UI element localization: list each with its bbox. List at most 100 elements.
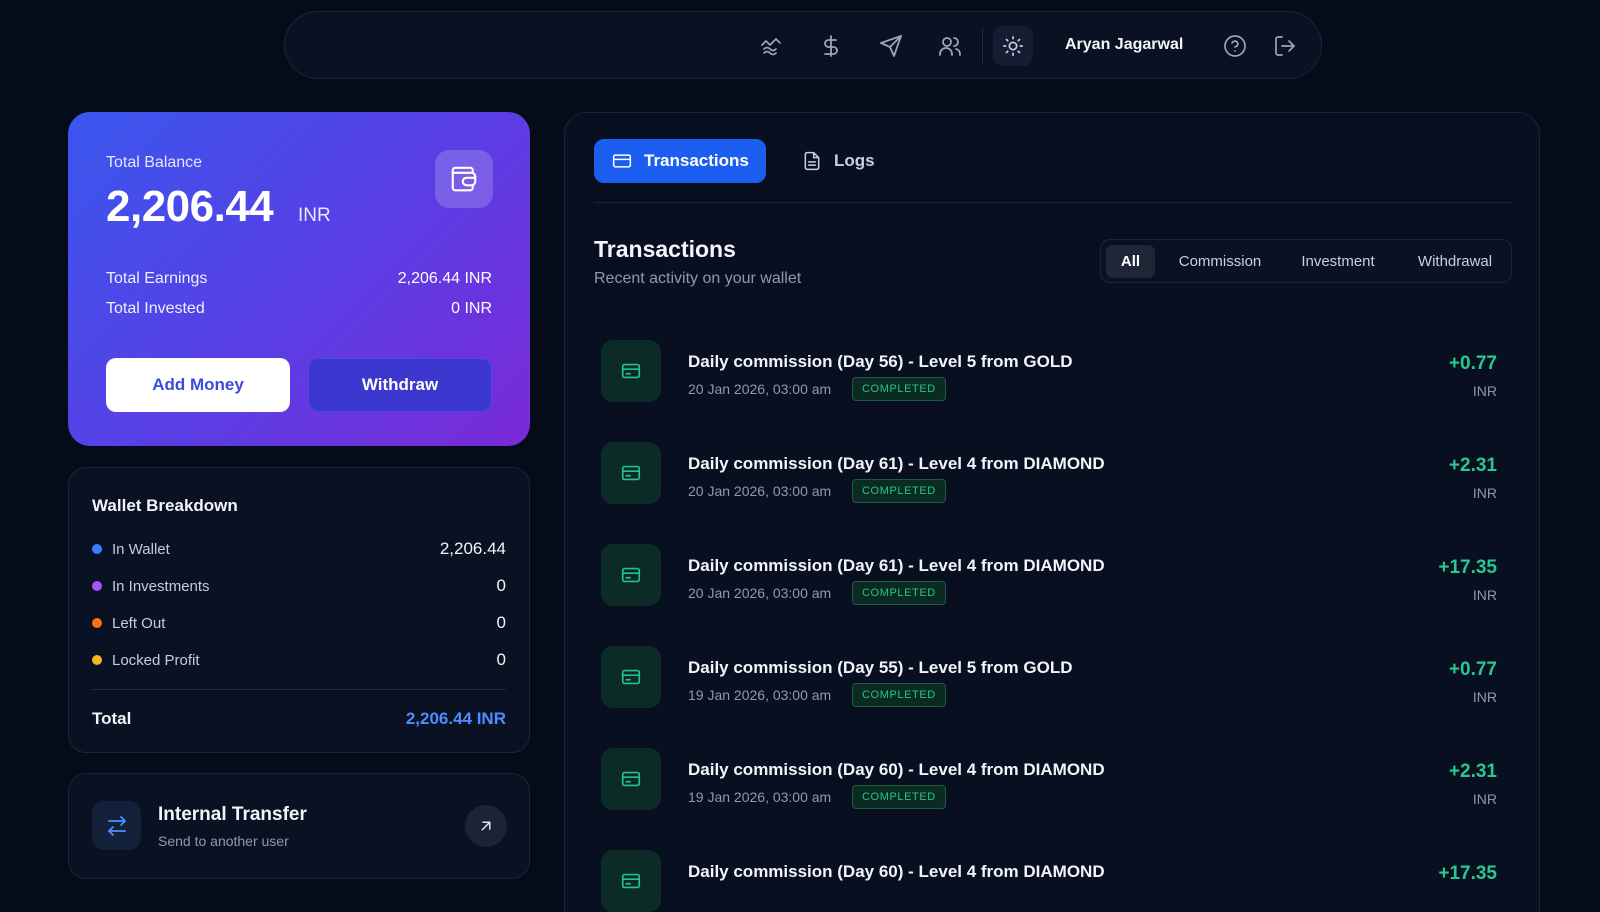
filter-commission[interactable]: Commission bbox=[1167, 245, 1273, 278]
withdraw-button[interactable]: Withdraw bbox=[308, 358, 492, 412]
total-invested-label: Total Invested bbox=[106, 300, 205, 317]
credit-card-icon bbox=[601, 748, 661, 810]
blue-dot-icon bbox=[92, 544, 102, 554]
filter-withdrawal[interactable]: Withdrawal bbox=[1403, 245, 1507, 278]
transaction-row[interactable]: Daily commission (Day 55) - Level 5 from… bbox=[601, 646, 1497, 710]
breakdown-label: Left Out bbox=[112, 614, 166, 632]
transaction-row[interactable]: Daily commission (Day 60) - Level 4 from… bbox=[601, 850, 1497, 912]
transaction-filter-group: All Commission Investment Withdrawal bbox=[1100, 239, 1512, 283]
help-icon[interactable] bbox=[1221, 32, 1249, 60]
total-balance-label: Total Balance bbox=[106, 154, 203, 171]
transaction-amount: +17.35 bbox=[1438, 557, 1497, 578]
total-balance-amount: 2,206.44 bbox=[106, 182, 274, 231]
transaction-currency: INR bbox=[1472, 689, 1497, 705]
breakdown-row-in-investments: In Investments 0 bbox=[92, 576, 506, 596]
document-icon bbox=[804, 151, 820, 171]
arrow-up-right-icon[interactable] bbox=[465, 805, 507, 847]
wallet-breakdown-title: Wallet Breakdown bbox=[92, 496, 238, 515]
total-earnings-value: 2,206.44 INR bbox=[397, 270, 492, 287]
transaction-row[interactable]: Daily commission (Day 61) - Level 4 from… bbox=[601, 442, 1497, 506]
breakdown-row-in-wallet: In Wallet 2,206.44 bbox=[92, 539, 506, 559]
credit-card-icon bbox=[601, 850, 661, 912]
transaction-title: Daily commission (Day 61) - Level 4 from… bbox=[688, 454, 1105, 473]
internal-transfer-card[interactable]: Internal Transfer Send to another user bbox=[68, 773, 530, 879]
breakdown-row-left-out: Left Out 0 bbox=[92, 613, 506, 633]
transactions-panel: Transactions Logs Transactions Recent ac… bbox=[564, 112, 1540, 912]
add-money-button[interactable]: Add Money bbox=[106, 358, 290, 412]
yellow-dot-icon bbox=[92, 655, 102, 665]
status-badge: COMPLETED bbox=[852, 479, 946, 503]
transactions-heading: Transactions bbox=[594, 236, 736, 262]
tab-logs[interactable]: Logs bbox=[802, 139, 892, 183]
transaction-date: 20 Jan 2026, 03:00 am bbox=[688, 483, 832, 499]
credit-card-icon bbox=[612, 154, 632, 168]
transaction-date: 20 Jan 2026, 03:00 am bbox=[688, 585, 832, 601]
tabs-divider bbox=[594, 202, 1512, 203]
wallet-breakdown-card: Wallet Breakdown In Wallet 2,206.44 In I… bbox=[68, 467, 530, 753]
transaction-amount: +0.77 bbox=[1448, 353, 1497, 374]
credit-card-icon bbox=[601, 544, 661, 606]
breakdown-label: In Investments bbox=[112, 577, 210, 595]
theme-toggle-button[interactable] bbox=[993, 26, 1033, 66]
transaction-title: Daily commission (Day 60) - Level 4 from… bbox=[688, 862, 1105, 881]
breakdown-value: 0 bbox=[496, 613, 506, 632]
breakdown-total-value: 2,206.44 INR bbox=[405, 709, 506, 728]
total-invested-value: 0 INR bbox=[451, 300, 492, 317]
tab-transactions-label: Transactions bbox=[644, 151, 749, 170]
user-name[interactable]: Aryan Jagarwal bbox=[1065, 36, 1183, 54]
transaction-amount: +2.31 bbox=[1448, 761, 1497, 782]
breakdown-total-label: Total bbox=[92, 709, 132, 728]
nav-divider bbox=[982, 28, 983, 64]
transactions-subheading: Recent activity on your wallet bbox=[594, 270, 802, 287]
internal-transfer-subtitle: Send to another user bbox=[158, 833, 289, 849]
credit-card-icon bbox=[601, 340, 661, 402]
purple-dot-icon bbox=[92, 581, 102, 591]
total-balance-currency: INR bbox=[298, 205, 331, 226]
investments-icon[interactable] bbox=[757, 32, 785, 60]
top-nav-bar: Aryan Jagarwal bbox=[284, 11, 1322, 79]
transaction-title: Daily commission (Day 55) - Level 5 from… bbox=[688, 658, 1073, 677]
tab-transactions[interactable]: Transactions bbox=[594, 139, 766, 183]
credit-card-icon bbox=[601, 646, 661, 708]
total-earnings-label: Total Earnings bbox=[106, 270, 208, 287]
transaction-currency: INR bbox=[1472, 791, 1497, 807]
breakdown-divider bbox=[92, 689, 506, 690]
breakdown-value: 0 bbox=[496, 650, 506, 669]
status-badge: COMPLETED bbox=[852, 377, 946, 401]
transaction-amount: +2.31 bbox=[1448, 455, 1497, 476]
dollar-icon[interactable] bbox=[817, 32, 845, 60]
transaction-currency: INR bbox=[1472, 485, 1497, 501]
filter-investment[interactable]: Investment bbox=[1285, 245, 1391, 278]
transaction-date: 19 Jan 2026, 03:00 am bbox=[688, 789, 832, 805]
transaction-row[interactable]: Daily commission (Day 61) - Level 4 from… bbox=[601, 544, 1497, 608]
send-icon[interactable] bbox=[877, 32, 905, 60]
tab-logs-label: Logs bbox=[834, 151, 875, 170]
breakdown-row-locked-profit: Locked Profit 0 bbox=[92, 650, 506, 670]
transaction-title: Daily commission (Day 56) - Level 5 from… bbox=[688, 352, 1073, 371]
transaction-title: Daily commission (Day 61) - Level 4 from… bbox=[688, 556, 1105, 575]
sun-icon bbox=[1003, 36, 1023, 56]
transaction-row[interactable]: Daily commission (Day 60) - Level 4 from… bbox=[601, 748, 1497, 812]
status-badge: COMPLETED bbox=[852, 785, 946, 809]
orange-dot-icon bbox=[92, 618, 102, 628]
users-icon[interactable] bbox=[936, 32, 964, 60]
transaction-title: Daily commission (Day 60) - Level 4 from… bbox=[688, 760, 1105, 779]
transaction-date: 20 Jan 2026, 03:00 am bbox=[688, 381, 832, 397]
transaction-row[interactable]: Daily commission (Day 56) - Level 5 from… bbox=[601, 340, 1497, 404]
balance-card: Total Balance 2,206.44 INR Total Earning… bbox=[68, 112, 530, 446]
filter-all[interactable]: All bbox=[1106, 245, 1155, 278]
transaction-amount: +17.35 bbox=[1438, 863, 1497, 884]
transfer-arrows-icon bbox=[92, 801, 141, 850]
breakdown-value: 2,206.44 bbox=[439, 539, 506, 558]
logout-icon[interactable] bbox=[1271, 32, 1299, 60]
wallet-icon bbox=[435, 150, 493, 208]
total-earnings-row: Total Earnings 2,206.44 INR bbox=[106, 270, 492, 288]
internal-transfer-title: Internal Transfer bbox=[158, 804, 307, 825]
breakdown-label: In Wallet bbox=[112, 540, 170, 558]
status-badge: COMPLETED bbox=[852, 581, 946, 605]
total-invested-row: Total Invested 0 INR bbox=[106, 300, 492, 318]
status-badge: COMPLETED bbox=[852, 683, 946, 707]
breakdown-value: 0 bbox=[496, 576, 506, 595]
transaction-amount: +0.77 bbox=[1448, 659, 1497, 680]
breakdown-label: Locked Profit bbox=[112, 651, 200, 669]
